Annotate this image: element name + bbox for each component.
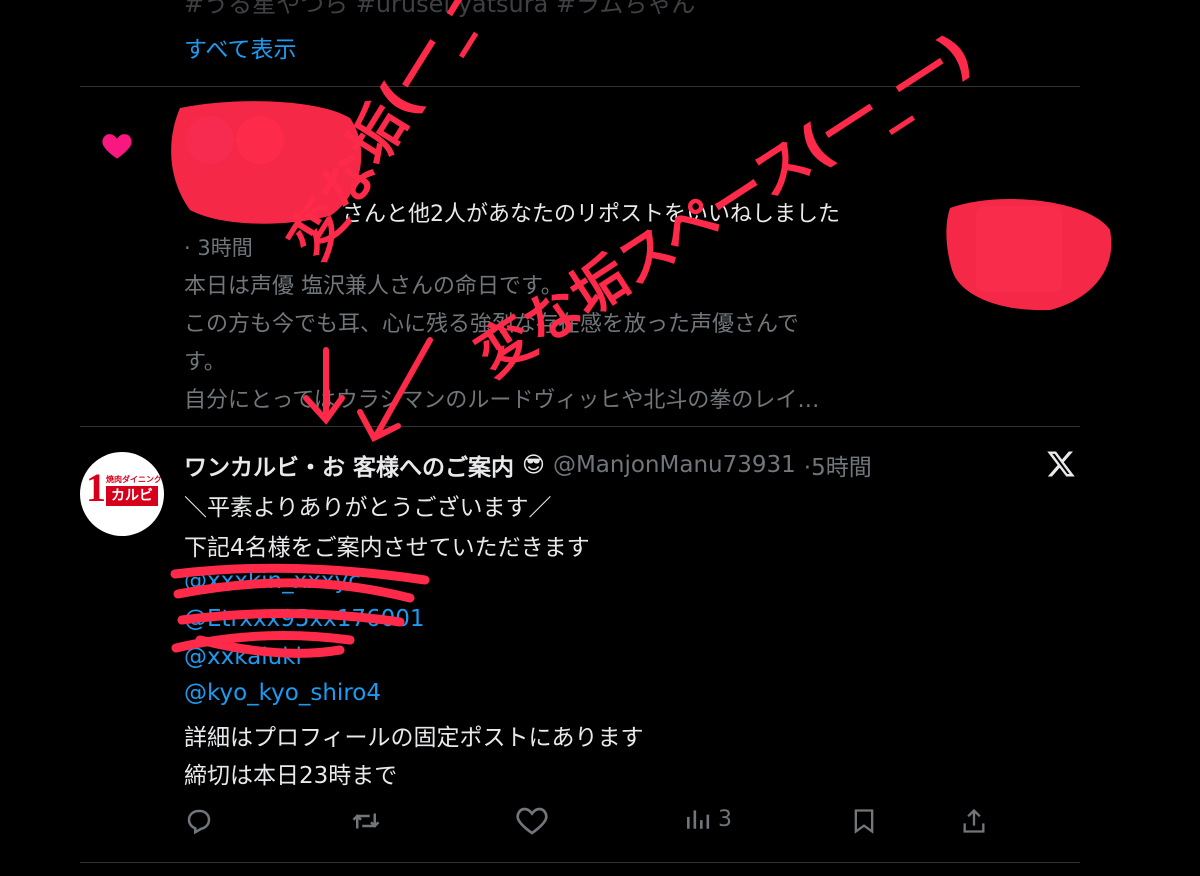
tweet-line-1: ＼平素よりありがとうございます／ <box>184 495 552 521</box>
liked-post-thumbnail[interactable] <box>976 206 1062 292</box>
views-button[interactable]: 3 <box>684 806 732 832</box>
tweet-line-4: 締切は本日23時まで <box>184 763 398 789</box>
reply-button[interactable] <box>184 806 214 836</box>
avatar-numeral: 1 <box>86 465 106 510</box>
repost-button[interactable] <box>350 806 382 836</box>
repost-icon <box>352 813 380 829</box>
like-button[interactable] <box>516 806 548 836</box>
like-heart-icon <box>100 130 134 164</box>
tweet-avatar[interactable]: 1 焼肉ダイニング カルビ <box>80 452 164 536</box>
heart-outline-icon <box>516 807 548 835</box>
bookmark-button[interactable] <box>850 806 878 836</box>
tweet-header: ワンカルビ・お 客様へのご案内 😎 @ManjonManu73931 ·5時間 <box>184 448 872 482</box>
mention-4[interactable]: @kyo_kyo_shiro4 <box>184 680 381 706</box>
tweet-display-name[interactable]: ワンカルビ・お 客様へのご案内 <box>184 448 514 482</box>
like-time: · 3時間 <box>184 236 253 260</box>
annotation-left: 変な垢(一_一) <box>276 0 523 271</box>
divider-3 <box>80 862 1080 863</box>
share-button[interactable] <box>960 806 988 836</box>
views-count: 3 <box>718 806 732 832</box>
tweet-line-3: 詳細はプロフィールの固定ポストにあります <box>184 725 644 751</box>
liked-post-line-3: す。 <box>184 350 226 375</box>
views-chart-icon <box>687 810 710 829</box>
tweet-handle[interactable]: @ManjonManu73931 <box>553 452 796 478</box>
divider-2 <box>80 426 1080 427</box>
liker-avatar-1[interactable] <box>186 116 234 164</box>
x-logo-icon[interactable] <box>1046 450 1076 482</box>
mention-3[interactable]: @xxkaiuki <box>184 644 302 670</box>
share-icon <box>963 808 985 833</box>
avatar-small-text: 焼肉ダイニング <box>106 475 162 484</box>
mention-1[interactable]: @xxxkin_xxxyc <box>184 568 361 594</box>
reply-icon <box>187 809 211 835</box>
avatar-brand: カルビ <box>106 486 158 506</box>
liker-avatar-2[interactable] <box>236 116 284 164</box>
mention-2[interactable]: @Etrxxx95xx176001 <box>184 606 425 632</box>
bookmark-icon <box>854 809 874 834</box>
tweet-time[interactable]: ·5時間 <box>804 448 872 482</box>
show-all-link[interactable]: すべて表示 <box>184 30 296 64</box>
tweet-line-2: 下記4名様をご案内させていただきます <box>184 535 590 561</box>
sunglasses-emoji-icon: 😎 <box>522 452 545 478</box>
